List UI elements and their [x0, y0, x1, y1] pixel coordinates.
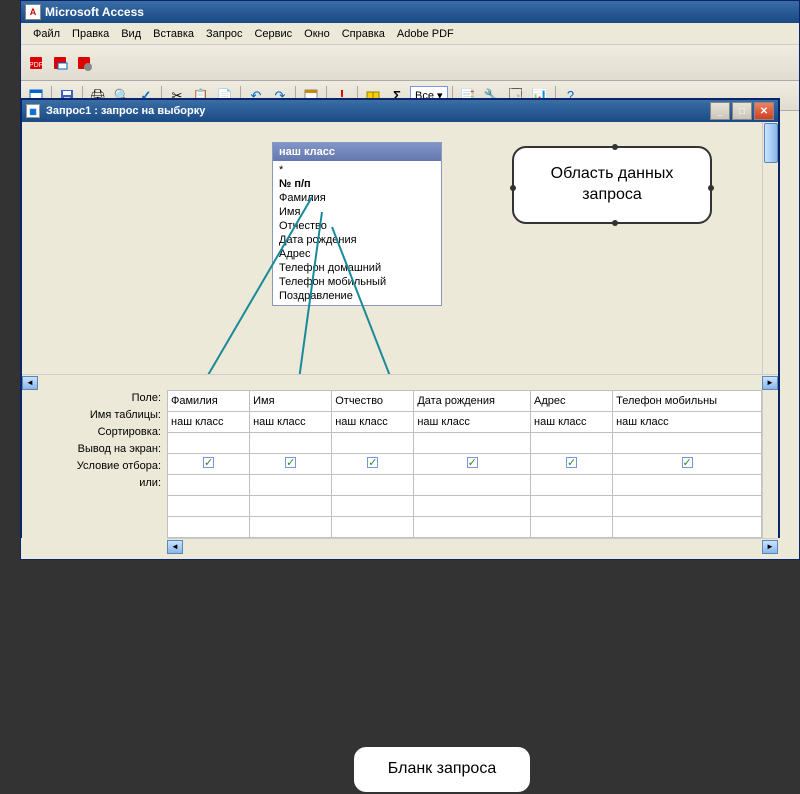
field-congrats[interactable]: Поздравление [273, 289, 441, 303]
qbe-sort-row [168, 433, 762, 454]
query-data-area[interactable]: наш класс * № п/п Фамилия Имя Отчество Д… [22, 122, 778, 374]
menu-service[interactable]: Сервис [248, 26, 298, 42]
qbe-cell[interactable]: наш класс [250, 412, 332, 433]
query-icon: ▦ [26, 104, 40, 118]
qbe-cell[interactable]: Адрес [531, 391, 613, 412]
title-bar: A Microsoft Access [21, 1, 799, 23]
scroll-right-icon[interactable]: ► [762, 376, 778, 390]
menu-query[interactable]: Запрос [200, 26, 248, 42]
label-show: Вывод на экран: [22, 441, 167, 458]
pdf-mail-icon[interactable] [49, 52, 71, 74]
scroll-right-icon[interactable]: ► [762, 540, 778, 554]
toolbar-adobe: PDF [21, 45, 799, 81]
qbe-cell[interactable]: наш класс [531, 412, 613, 433]
qbe-cell[interactable] [168, 433, 250, 454]
qbe-row-labels: Поле: Имя таблицы: Сортировка: Вывод на … [22, 390, 167, 538]
qbe-cell[interactable]: Дата рождения [414, 391, 531, 412]
label-table: Имя таблицы: [22, 407, 167, 424]
qbe-show-row [168, 454, 762, 475]
table-box-title: наш класс [273, 143, 441, 161]
field-list: * № п/п Фамилия Имя Отчество Дата рожден… [273, 161, 441, 305]
qbe-show-check[interactable] [414, 454, 531, 475]
data-area-callout: Область данных запроса [512, 146, 712, 224]
pdf-settings-icon[interactable] [73, 52, 95, 74]
qbe-table[interactable]: Фамилия Имя Отчество Дата рождения Адрес… [167, 390, 762, 538]
query-design-window: ▦ Запрос1 : запрос на выборку _ □ ✕ наш … [20, 98, 780, 538]
menu-bar: Файл Правка Вид Вставка Запрос Сервис Ок… [21, 23, 799, 45]
field-surname[interactable]: Фамилия [273, 191, 441, 205]
qbe-show-check[interactable] [332, 454, 414, 475]
svg-text:PDF: PDF [29, 62, 43, 69]
label-or: или: [22, 475, 167, 492]
app-icon: A [25, 4, 41, 20]
scroll-left-icon[interactable]: ◄ [167, 540, 183, 554]
qbe-cell[interactable]: Фамилия [168, 391, 250, 412]
qbe-show-check[interactable] [168, 454, 250, 475]
field-birthdate[interactable]: Дата рождения [273, 233, 441, 247]
menu-window[interactable]: Окно [298, 26, 336, 42]
query-title: Запрос1 : запрос на выборку [46, 105, 708, 117]
menu-insert[interactable]: Вставка [147, 26, 200, 42]
field-pk[interactable]: № п/п [273, 177, 441, 191]
qbe-cell[interactable]: наш класс [332, 412, 414, 433]
qbe-grid: Поле: Имя таблицы: Сортировка: Вывод на … [22, 390, 778, 538]
minimize-button[interactable]: _ [710, 102, 730, 120]
query-title-bar: ▦ Запрос1 : запрос на выборку _ □ ✕ [22, 100, 778, 122]
qbe-tablename-row: наш класс наш класс наш класс наш класс … [168, 412, 762, 433]
qbe-or-row [168, 496, 762, 517]
scroll-left-icon[interactable]: ◄ [22, 376, 38, 390]
field-name[interactable]: Имя [273, 205, 441, 219]
menu-file[interactable]: Файл [27, 26, 66, 42]
field-patronymic[interactable]: Отчество [273, 219, 441, 233]
field-homephone[interactable]: Телефон домашний [273, 261, 441, 275]
qbe-cell[interactable]: наш класс [613, 412, 762, 433]
label-criteria: Условие отбора: [22, 458, 167, 475]
label-sort: Сортировка: [22, 424, 167, 441]
qbe-cell[interactable]: Отчество [332, 391, 414, 412]
field-all[interactable]: * [273, 163, 441, 177]
data-area-hscroll[interactable]: ◄ ► [22, 374, 778, 390]
app-title: Microsoft Access [45, 5, 144, 19]
menu-help[interactable]: Справка [336, 26, 391, 42]
source-table-box[interactable]: наш класс * № п/п Фамилия Имя Отчество Д… [272, 142, 442, 306]
maximize-button[interactable]: □ [732, 102, 752, 120]
label-field: Поле: [22, 390, 167, 407]
qbe-cell[interactable]: наш класс [168, 412, 250, 433]
menu-edit[interactable]: Правка [66, 26, 115, 42]
pdf-icon[interactable]: PDF [25, 52, 47, 74]
menu-view[interactable]: Вид [115, 26, 147, 42]
close-button[interactable]: ✕ [754, 102, 774, 120]
qbe-show-check[interactable] [531, 454, 613, 475]
qbe-cell[interactable]: Имя [250, 391, 332, 412]
qbe-field-row: Фамилия Имя Отчество Дата рождения Адрес… [168, 391, 762, 412]
qbe-hscroll[interactable]: ◄ ► [167, 538, 778, 554]
qbe-show-check[interactable] [250, 454, 332, 475]
menu-adobe[interactable]: Adobe PDF [391, 26, 460, 42]
qbe-show-check[interactable] [613, 454, 762, 475]
field-mobilephone[interactable]: Телефон мобильный [273, 275, 441, 289]
qbe-criteria-row [168, 475, 762, 496]
grid-callout: Бланк запроса [352, 745, 532, 794]
qbe-cell[interactable]: Телефон мобильны [613, 391, 762, 412]
field-address[interactable]: Адрес [273, 247, 441, 261]
data-area-vscroll[interactable] [762, 122, 778, 374]
qbe-cell[interactable]: наш класс [414, 412, 531, 433]
qbe-vscroll[interactable] [762, 390, 778, 538]
